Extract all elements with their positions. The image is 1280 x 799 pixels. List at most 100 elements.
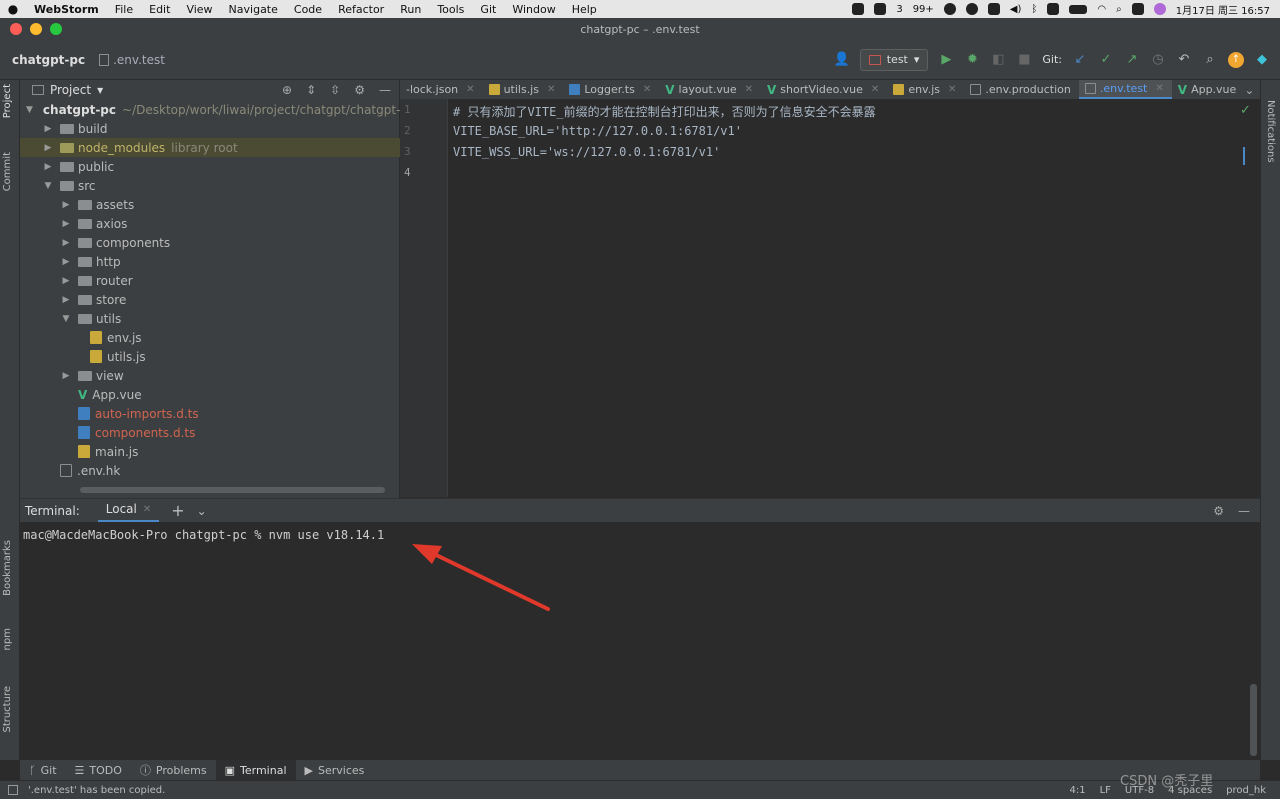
tree-row-router[interactable]: ▶ router (20, 271, 400, 290)
menu-refactor[interactable]: Refactor (330, 3, 392, 16)
hide-icon[interactable]: — (379, 83, 391, 97)
status-layout-icon[interactable] (8, 785, 18, 795)
close-icon[interactable]: ✕ (948, 84, 956, 95)
gear-icon[interactable]: ⚙ (1213, 504, 1224, 518)
tool-git[interactable]: ᚴ Git (20, 760, 66, 780)
tree-row-view[interactable]: ▶ view (20, 366, 400, 385)
tree-row-node-modules[interactable]: ▶ node_modules library root (20, 138, 400, 157)
terminal-tab-local[interactable]: Local ✕ (97, 499, 160, 523)
tab-env-test[interactable]: .env.test ✕ (1078, 80, 1172, 99)
tool-tab-notifications[interactable]: Notifications (1265, 100, 1276, 163)
wifi-icon[interactable]: ◠ (1097, 4, 1106, 15)
jetbrains-logo-icon[interactable]: ◆ (1254, 52, 1270, 68)
tab-logger-ts[interactable]: Logger.ts ✕ (563, 80, 659, 99)
tool-tab-project[interactable]: Project (2, 84, 13, 118)
spotlight-search-icon[interactable]: ⌕ (1116, 4, 1122, 15)
tab-app-vue[interactable]: V App.vue (1172, 80, 1245, 99)
locate-icon[interactable]: ⊕ (282, 83, 292, 97)
debug-icon[interactable]: ✹ (964, 52, 980, 68)
tree-row-src[interactable]: ▼ src (20, 176, 400, 195)
tray-pen-icon[interactable] (874, 3, 887, 15)
hide-icon[interactable]: — (1238, 504, 1250, 518)
menu-view[interactable]: View (178, 3, 220, 16)
menu-edit[interactable]: Edit (141, 3, 178, 16)
search-icon[interactable]: ⌕ (1202, 52, 1218, 68)
tree-row-components-dts[interactable]: components.d.ts (20, 423, 400, 442)
menu-tools[interactable]: Tools (429, 3, 472, 16)
zoom-window-button[interactable] (50, 23, 62, 35)
menu-help[interactable]: Help (564, 3, 605, 16)
chevron-right-icon[interactable]: ▶ (60, 219, 72, 229)
tree-row-axios[interactable]: ▶ axios (20, 214, 400, 233)
git-branch[interactable]: prod_hk (1226, 785, 1266, 796)
tool-tab-npm[interactable]: npm (2, 628, 13, 650)
terminal-panel[interactable]: mac@MacdeMacBook-Pro chatgpt-pc % nvm us… (20, 522, 1260, 760)
tray-s-icon[interactable] (1047, 3, 1060, 15)
breadcrumb-file[interactable]: .env.test (99, 53, 165, 67)
tab-layout-vue[interactable]: V layout.vue ✕ (659, 80, 761, 99)
menubar-clock[interactable]: 1月17日 周三 16:57 (1176, 2, 1270, 17)
code-line-comment[interactable]: # 只有添加了VITE_前缀的才能在控制台打印出来，否则为了信息安全不会暴露 (453, 103, 876, 120)
wechat-work-icon[interactable] (965, 3, 978, 15)
tab-package-lock[interactable]: -lock.json ✕ (400, 80, 483, 99)
gear-icon[interactable]: ⚙ (354, 83, 365, 97)
apple-icon[interactable]: ● (0, 2, 26, 16)
tree-row-assets[interactable]: ▶ assets (20, 195, 400, 214)
menu-code[interactable]: Code (286, 3, 330, 16)
tree-row-build[interactable]: ▶ build (20, 119, 400, 138)
chevron-down-icon[interactable]: ⌄ (1244, 83, 1254, 97)
tool-services[interactable]: ▶ Services (296, 760, 374, 780)
project-horizontal-scrollbar[interactable] (80, 487, 385, 493)
inspection-ok-icon[interactable]: ✓ (1240, 103, 1251, 118)
volume-icon[interactable]: ◀) (1010, 4, 1022, 15)
tab-env-production[interactable]: .env.production (964, 80, 1078, 99)
terminal-scrollbar[interactable] (1250, 684, 1257, 756)
bluetooth-icon[interactable]: ᛒ (1031, 4, 1037, 15)
menu-file[interactable]: File (107, 3, 141, 16)
tool-tab-bookmarks[interactable]: Bookmarks (2, 540, 13, 596)
tray-bell-icon[interactable] (987, 3, 1000, 15)
close-icon[interactable]: ✕ (643, 84, 651, 95)
tree-row-store[interactable]: ▶ store (20, 290, 400, 309)
tree-row-components[interactable]: ▶ components (20, 233, 400, 252)
close-icon[interactable]: ✕ (745, 84, 753, 95)
chevron-right-icon[interactable]: ▶ (60, 276, 72, 286)
tree-row-public[interactable]: ▶ public (20, 157, 400, 176)
tab-env-js[interactable]: env.js ✕ (887, 80, 964, 99)
line-separator[interactable]: LF (1100, 785, 1111, 796)
update-icon[interactable]: ↑ (1228, 51, 1244, 68)
status-message[interactable]: '.env.test' has been copied. (0, 785, 165, 796)
chevron-down-icon[interactable]: ▾ (97, 83, 103, 97)
tree-row-main-js[interactable]: main.js (20, 442, 400, 461)
tree-row-http[interactable]: ▶ http (20, 252, 400, 271)
code-editor[interactable]: 1 2 3 4 # 只有添加了VITE_前缀的才能在控制台打印出来，否则为了信息… (400, 99, 1260, 497)
close-window-button[interactable] (10, 23, 22, 35)
chevron-right-icon[interactable]: ▶ (60, 238, 72, 248)
chevron-right-icon[interactable]: ▶ (60, 371, 72, 381)
tree-row-app-vue[interactable]: V App.vue (20, 385, 400, 404)
code-line-base-url[interactable]: VITE_BASE_URL='http://127.0.0.1:6781/v1' (453, 124, 742, 138)
chevron-down-icon[interactable]: ▼ (26, 105, 33, 115)
terminal-command-line[interactable]: mac@MacdeMacBook-Pro chatgpt-pc % nvm us… (23, 528, 384, 542)
close-icon[interactable]: ✕ (143, 504, 151, 515)
tree-row-root[interactable]: ▼ chatgpt-pc ~/Desktop/work/liwai/projec… (20, 100, 400, 119)
minimize-window-button[interactable] (30, 23, 42, 35)
git-update-icon[interactable]: ↙ (1072, 52, 1088, 68)
project-panel-title[interactable]: Project (50, 83, 91, 97)
tree-row-utils-js[interactable]: utils.js (20, 347, 400, 366)
caret-position[interactable]: 4:1 (1069, 785, 1085, 796)
tool-todo[interactable]: ☰ TODO (66, 760, 131, 780)
menu-git[interactable]: Git (472, 3, 504, 16)
code-line-wss-url[interactable]: VITE_WSS_URL='ws://127.0.0.1:6781/v1' (453, 145, 720, 159)
tree-row-env-hk[interactable]: .env.hk (20, 461, 400, 480)
wechat-icon[interactable] (943, 3, 956, 15)
tool-tab-commit[interactable]: Commit (2, 152, 13, 191)
run-icon[interactable]: ▶ (938, 52, 954, 68)
tab-utils-js[interactable]: utils.js ✕ (483, 80, 564, 99)
chevron-down-icon[interactable]: ▼ (60, 314, 72, 324)
tool-terminal[interactable]: ▣ Terminal (215, 760, 296, 780)
rollback-icon[interactable]: ↶ (1176, 52, 1192, 68)
chevron-right-icon[interactable]: ▶ (60, 257, 72, 267)
close-icon[interactable]: ✕ (547, 84, 555, 95)
git-push-icon[interactable]: ↗ (1124, 52, 1140, 68)
